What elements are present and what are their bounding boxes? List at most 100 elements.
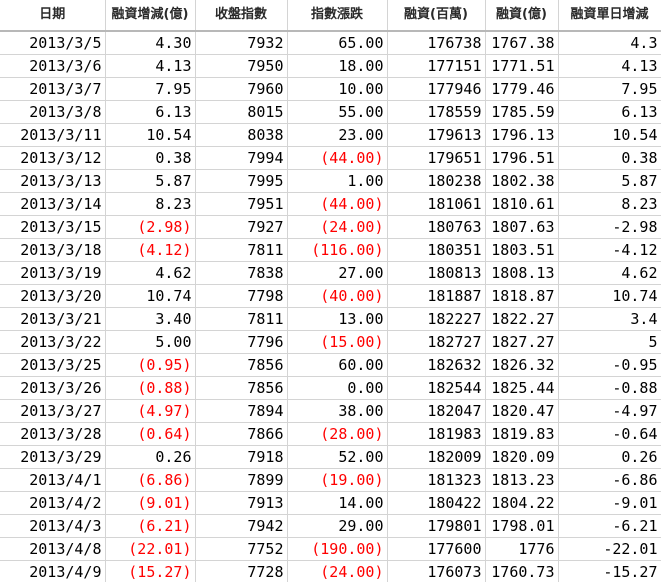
daily-change-cell[interactable]: -22.01 [558,537,661,561]
date-cell[interactable]: 2013/3/27 [0,399,106,423]
daily-change-cell[interactable]: 5.87 [558,169,661,193]
margin-change-cell[interactable]: 7.95 [105,77,196,101]
header-margin-change[interactable]: 融資增減(億) [105,0,196,32]
margin-billion-cell[interactable]: 1779.46 [485,77,559,101]
date-cell[interactable]: 2013/3/18 [0,238,106,262]
margin-change-cell[interactable]: 5.00 [105,330,196,354]
margin-million-cell[interactable]: 180813 [387,261,486,285]
close-index-cell[interactable]: 7960 [195,77,288,101]
daily-change-cell[interactable]: 8.23 [558,192,661,216]
margin-change-cell[interactable]: (0.95) [105,353,196,377]
margin-million-cell[interactable]: 180351 [387,238,486,262]
date-cell[interactable]: 2013/3/28 [0,422,106,446]
close-index-cell[interactable]: 7899 [195,468,288,492]
date-cell[interactable]: 2013/3/11 [0,123,106,147]
close-index-cell[interactable]: 7950 [195,54,288,78]
margin-billion-cell[interactable]: 1776 [485,537,559,561]
margin-change-cell[interactable]: (9.01) [105,491,196,515]
daily-change-cell[interactable]: 6.13 [558,100,661,124]
daily-change-cell[interactable]: 5 [558,330,661,354]
margin-change-cell[interactable]: 4.13 [105,54,196,78]
margin-million-cell[interactable]: 180238 [387,169,486,193]
margin-billion-cell[interactable]: 1796.13 [485,123,559,147]
margin-billion-cell[interactable]: 1785.59 [485,100,559,124]
date-cell[interactable]: 2013/3/20 [0,284,106,308]
header-date[interactable]: 日期 [0,0,106,32]
close-index-cell[interactable]: 7796 [195,330,288,354]
daily-change-cell[interactable]: -0.64 [558,422,661,446]
index-change-cell[interactable]: 13.00 [287,307,388,331]
margin-change-cell[interactable]: 0.26 [105,445,196,469]
header-index-change[interactable]: 指數漲跌 [287,0,388,32]
margin-change-cell[interactable]: (4.97) [105,399,196,423]
margin-billion-cell[interactable]: 1822.27 [485,307,559,331]
index-change-cell[interactable]: (28.00) [287,422,388,446]
daily-change-cell[interactable]: -0.95 [558,353,661,377]
close-index-cell[interactable]: 7811 [195,307,288,331]
daily-change-cell[interactable]: -4.12 [558,238,661,262]
margin-change-cell[interactable]: 0.38 [105,146,196,170]
daily-change-cell[interactable]: 10.54 [558,123,661,147]
margin-change-cell[interactable]: 4.30 [105,31,196,55]
margin-million-cell[interactable]: 180763 [387,215,486,239]
date-cell[interactable]: 2013/4/8 [0,537,106,561]
date-cell[interactable]: 2013/3/6 [0,54,106,78]
date-cell[interactable]: 2013/4/3 [0,514,106,538]
date-cell[interactable]: 2013/3/21 [0,307,106,331]
margin-million-cell[interactable]: 182227 [387,307,486,331]
margin-million-cell[interactable]: 182727 [387,330,486,354]
close-index-cell[interactable]: 7942 [195,514,288,538]
margin-change-cell[interactable]: (4.12) [105,238,196,262]
margin-change-cell[interactable]: 10.54 [105,123,196,147]
margin-billion-cell[interactable]: 1818.87 [485,284,559,308]
margin-million-cell[interactable]: 177946 [387,77,486,101]
margin-billion-cell[interactable]: 1803.51 [485,238,559,262]
close-index-cell[interactable]: 7798 [195,284,288,308]
close-index-cell[interactable]: 7927 [195,215,288,239]
margin-million-cell[interactable]: 178559 [387,100,486,124]
date-cell[interactable]: 2013/4/9 [0,560,106,582]
margin-billion-cell[interactable]: 1798.01 [485,514,559,538]
index-change-cell[interactable]: (44.00) [287,146,388,170]
close-index-cell[interactable]: 7994 [195,146,288,170]
margin-million-cell[interactable]: 177151 [387,54,486,78]
margin-billion-cell[interactable]: 1813.23 [485,468,559,492]
date-cell[interactable]: 2013/4/1 [0,468,106,492]
index-change-cell[interactable]: (116.00) [287,238,388,262]
index-change-cell[interactable]: (24.00) [287,215,388,239]
daily-change-cell[interactable]: -4.97 [558,399,661,423]
margin-change-cell[interactable]: (6.86) [105,468,196,492]
margin-million-cell[interactable]: 179613 [387,123,486,147]
margin-billion-cell[interactable]: 1804.22 [485,491,559,515]
index-change-cell[interactable]: 65.00 [287,31,388,55]
index-change-cell[interactable]: (19.00) [287,468,388,492]
daily-change-cell[interactable]: -15.27 [558,560,661,582]
close-index-cell[interactable]: 8015 [195,100,288,124]
close-index-cell[interactable]: 7752 [195,537,288,561]
index-change-cell[interactable]: 0.00 [287,376,388,400]
margin-million-cell[interactable]: 179801 [387,514,486,538]
margin-million-cell[interactable]: 182544 [387,376,486,400]
close-index-cell[interactable]: 7913 [195,491,288,515]
margin-change-cell[interactable]: (6.21) [105,514,196,538]
daily-change-cell[interactable]: 4.13 [558,54,661,78]
close-index-cell[interactable]: 7728 [195,560,288,582]
close-index-cell[interactable]: 7856 [195,353,288,377]
margin-billion-cell[interactable]: 1767.38 [485,31,559,55]
margin-billion-cell[interactable]: 1820.09 [485,445,559,469]
daily-change-cell[interactable]: -6.86 [558,468,661,492]
date-cell[interactable]: 2013/3/8 [0,100,106,124]
margin-change-cell[interactable]: 8.23 [105,192,196,216]
margin-billion-cell[interactable]: 1825.44 [485,376,559,400]
index-change-cell[interactable]: 18.00 [287,54,388,78]
margin-billion-cell[interactable]: 1820.47 [485,399,559,423]
margin-change-cell[interactable]: (0.64) [105,422,196,446]
margin-billion-cell[interactable]: 1796.51 [485,146,559,170]
margin-billion-cell[interactable]: 1808.13 [485,261,559,285]
header-margin-billion[interactable]: 融資(億) [485,0,559,32]
index-change-cell[interactable]: (15.00) [287,330,388,354]
margin-billion-cell[interactable]: 1760.73 [485,560,559,582]
date-cell[interactable]: 2013/3/26 [0,376,106,400]
margin-change-cell[interactable]: (0.88) [105,376,196,400]
close-index-cell[interactable]: 7951 [195,192,288,216]
